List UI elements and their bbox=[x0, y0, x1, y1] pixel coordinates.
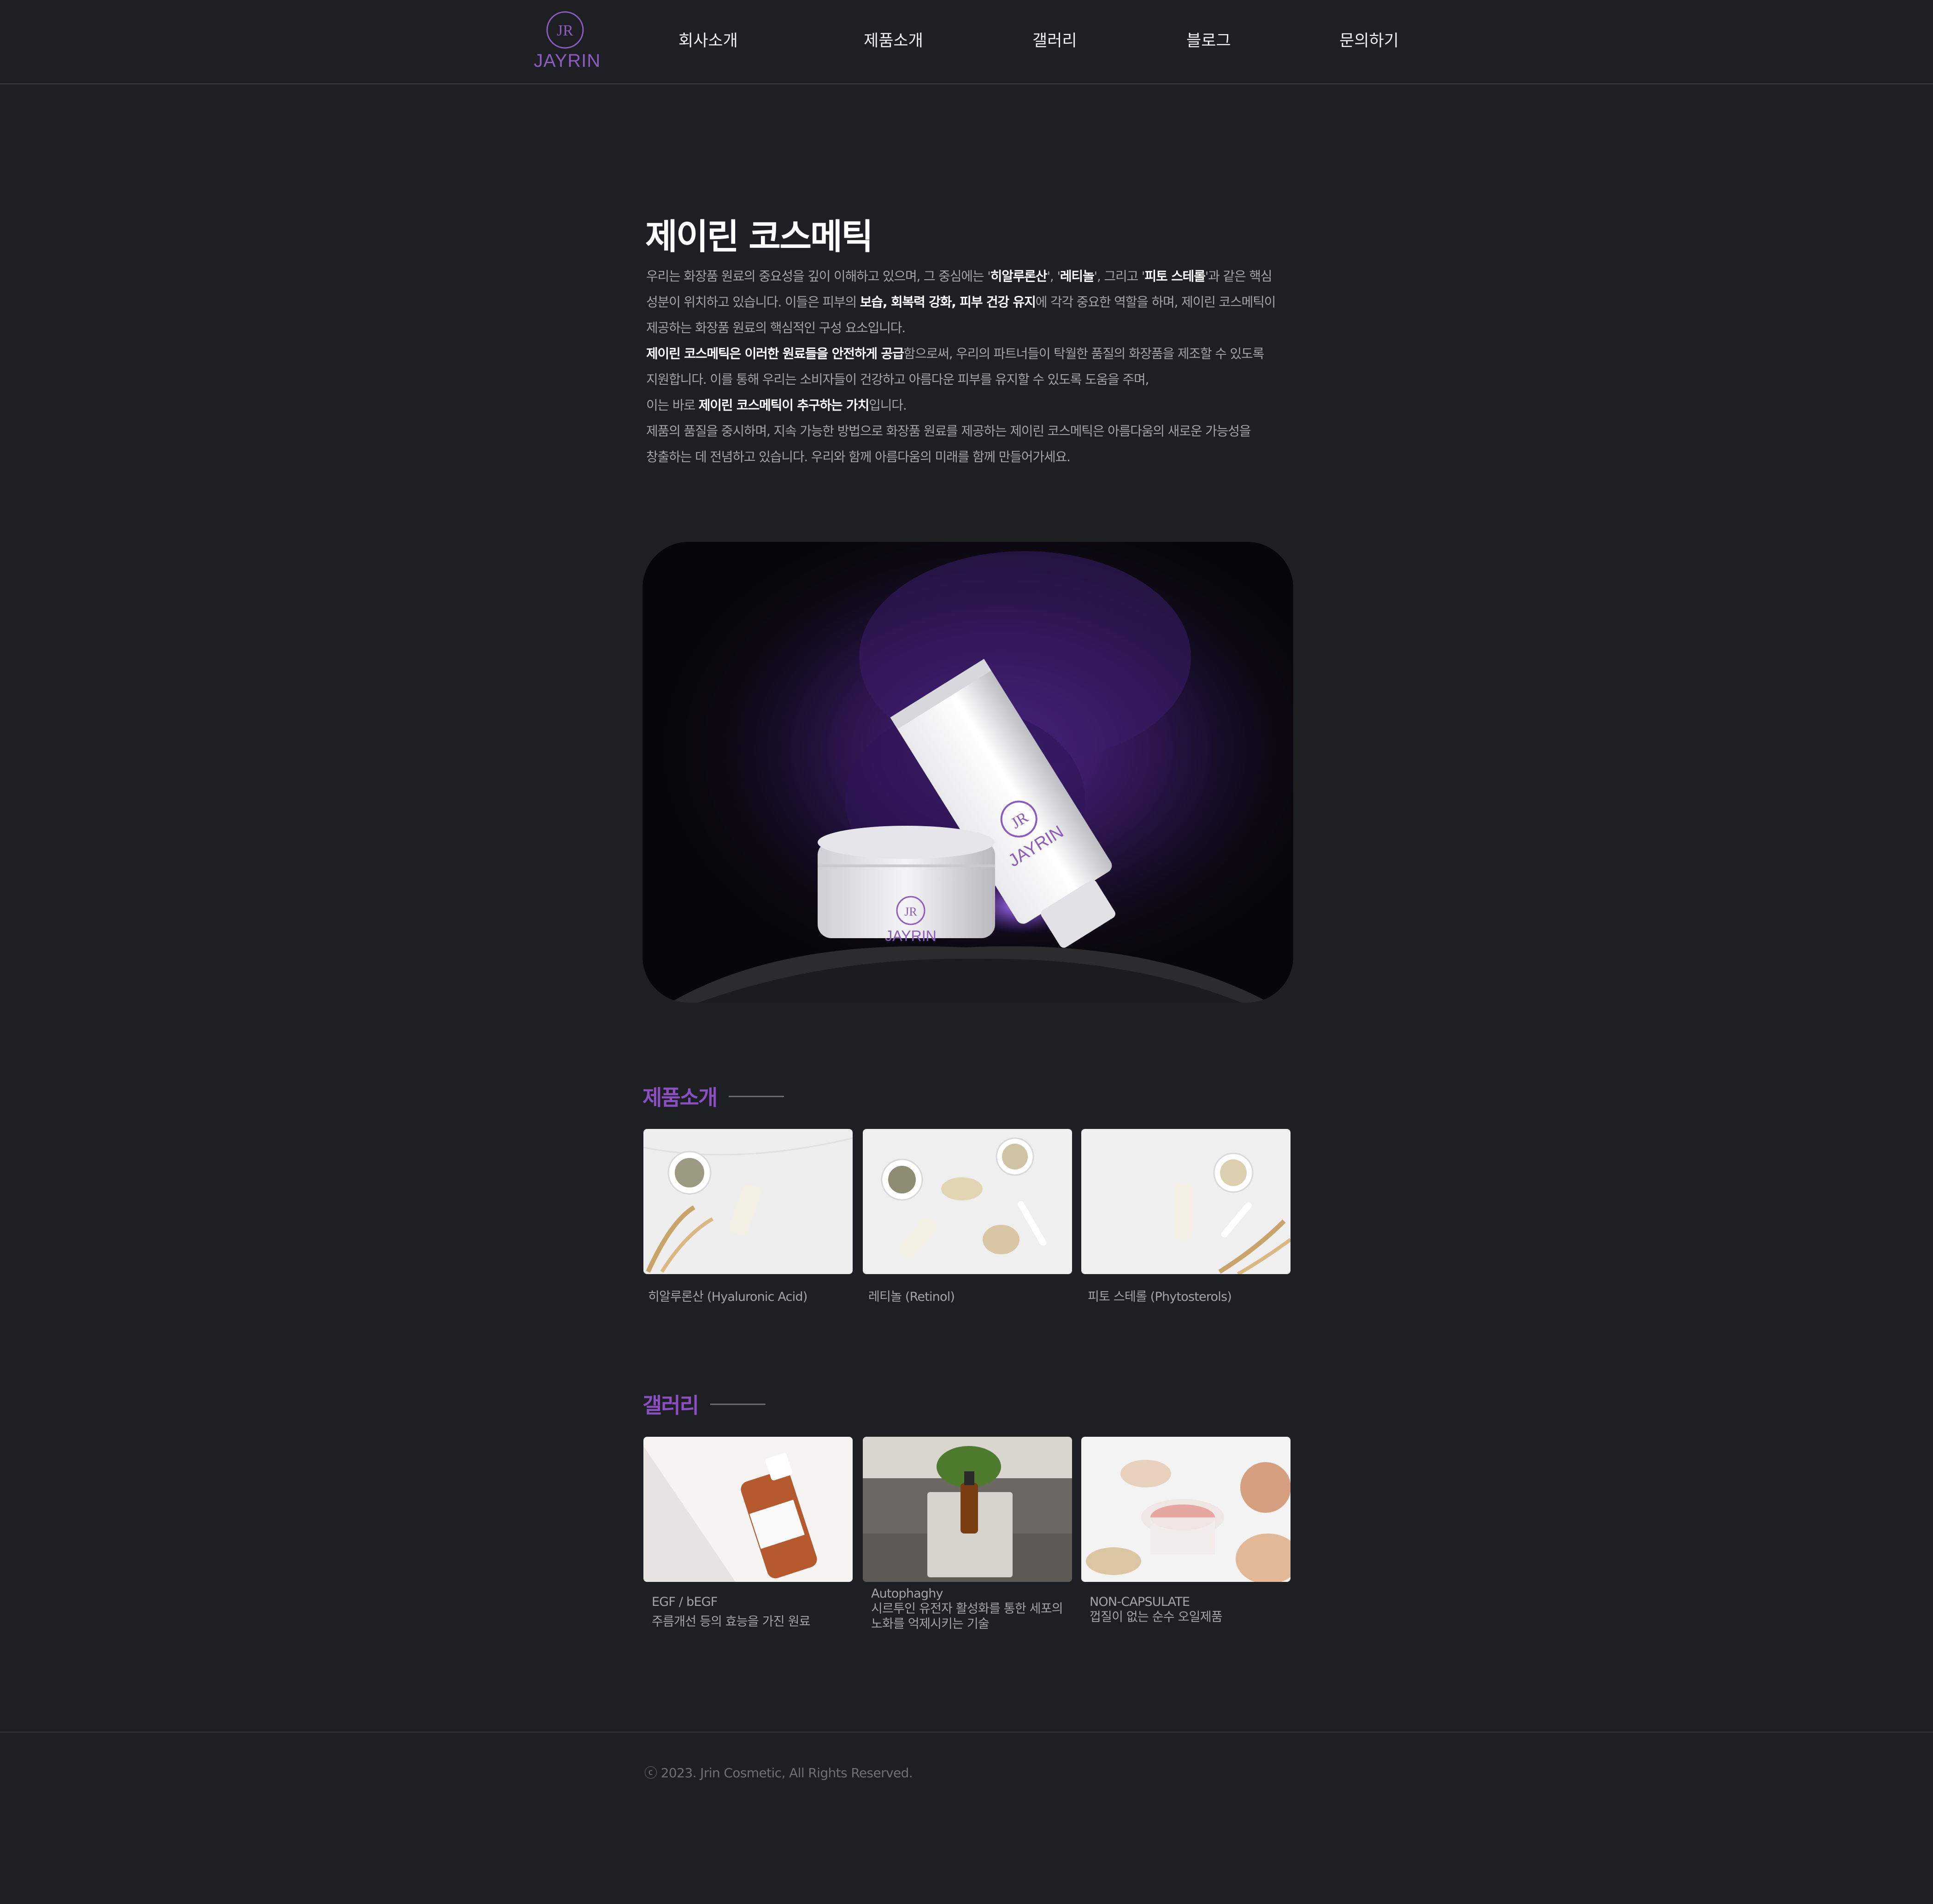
product-card-retinol[interactable] bbox=[863, 1129, 1072, 1274]
products-title-text: 제품소개 bbox=[642, 1085, 718, 1110]
gallery-caption-line: 시르투인 유전자 활성화를 통한 세포의 bbox=[871, 1602, 1063, 1616]
intro-line: 창출하는 데 전념하고 있습니다. 우리와 함께 아름다움의 미래를 함께 만들… bbox=[646, 444, 1291, 470]
gallery-image bbox=[643, 1437, 853, 1582]
gallery-section-title: 갤러리 bbox=[642, 1389, 766, 1419]
gallery-caption-line: 껍질이 없는 순수 오일제품 bbox=[1090, 1610, 1223, 1624]
product-image bbox=[643, 1129, 853, 1274]
nav-products[interactable]: 제품소개 bbox=[864, 28, 923, 51]
title-rule bbox=[729, 1095, 784, 1097]
intro-line: 제공하는 화장품 원료의 핵심적인 구성 요소입니다. bbox=[646, 315, 1291, 341]
intro-text: 이는 바로 bbox=[646, 398, 699, 413]
intro-line: 지원합니다. 이를 통해 우리는 소비자들이 건강하고 아름다운 피부를 유지할… bbox=[646, 367, 1291, 393]
nav-contact[interactable]: 문의하기 bbox=[1339, 28, 1399, 51]
jr-monogram-icon: JR bbox=[546, 11, 584, 49]
product-caption: 히알루론산 (Hyaluronic Acid) bbox=[648, 1290, 807, 1304]
gallery-caption-line: 주름개선 등의 효능을 가진 원료 bbox=[652, 1615, 810, 1629]
nav-company[interactable]: 회사소개 bbox=[678, 28, 738, 51]
intro-text: 에 각각 중요한 역할을 하며, 제이린 코스메틱이 bbox=[1035, 294, 1276, 310]
logo-initials: JR bbox=[557, 22, 573, 39]
footer-divider bbox=[0, 1732, 1933, 1733]
gallery-card-egf[interactable] bbox=[643, 1437, 853, 1582]
gallery-card-autophagy[interactable] bbox=[863, 1437, 1072, 1582]
intro-text: 제공하는 화장품 원료의 핵심적인 구성 요소입니다. bbox=[646, 320, 906, 335]
intro-text: 창출하는 데 전념하고 있습니다. 우리와 함께 아름다움의 미래를 함께 만들… bbox=[646, 449, 1071, 464]
logo-text: JAYRIN bbox=[534, 51, 601, 71]
products-section-title: 제품소개 bbox=[642, 1081, 784, 1111]
jayrin-logo[interactable]: JR JAYRIN bbox=[534, 10, 601, 75]
site-header: JR JAYRIN 회사소개 제품소개 갤러리 블로그 문의하기 bbox=[0, 0, 1933, 84]
intro-text: 성분이 위치하고 있습니다. 이들은 피부의 bbox=[646, 294, 860, 310]
svg-text:JR: JR bbox=[904, 905, 917, 918]
intro-text: 우리는 화장품 원료의 중요성을 깊이 이해하고 있으며, 그 중심에는 ' bbox=[646, 269, 991, 284]
intro-line: 우리는 화장품 원료의 중요성을 깊이 이해하고 있으며, 그 중심에는 '히알… bbox=[646, 264, 1291, 289]
intro-emphasis: 제이린 코스메틱이 추구하는 가치 bbox=[698, 398, 870, 413]
footer-copyright: ⓒ 2023. Jrin Cosmetic, All Rights Reserv… bbox=[644, 1765, 913, 1781]
gallery-caption-title: NON-CAPSULATE bbox=[1090, 1595, 1190, 1609]
intro-text: 입니다. bbox=[869, 398, 907, 413]
intro-emphasis: 피토 스테롤 bbox=[1144, 269, 1206, 284]
intro-emphasis: 레티놀 bbox=[1060, 269, 1095, 284]
product-card-hyaluronic[interactable] bbox=[643, 1129, 853, 1274]
intro-text: 지원합니다. 이를 통해 우리는 소비자들이 건강하고 아름다운 피부를 유지할… bbox=[646, 372, 1149, 387]
product-image bbox=[1081, 1129, 1291, 1274]
intro-text: '과 같은 핵심 bbox=[1205, 269, 1273, 284]
gallery-card-noncapsulate[interactable] bbox=[1081, 1437, 1291, 1582]
hero-product-image: JR JAYRIN JR JAYRIN bbox=[642, 542, 1293, 1003]
intro-title: 제이린 코스메틱 bbox=[645, 216, 873, 257]
gallery-image bbox=[1081, 1437, 1291, 1582]
product-image bbox=[863, 1129, 1072, 1274]
product-caption: 피토 스테롤 (Phytosterols) bbox=[1088, 1290, 1232, 1304]
intro-paragraph: 우리는 화장품 원료의 중요성을 깊이 이해하고 있으며, 그 중심에는 '히알… bbox=[646, 264, 1291, 470]
nav-gallery[interactable]: 갤러리 bbox=[1032, 28, 1077, 51]
intro-emphasis: 제이린 코스메틱은 이러한 원료들을 안전하게 공급 bbox=[646, 346, 904, 361]
intro-emphasis: 보습, 회복력 강화, 피부 건강 유지 bbox=[860, 294, 1036, 310]
intro-text: 제품의 품질을 중시하며, 지속 가능한 방법으로 화장품 원료를 제공하는 제… bbox=[646, 423, 1251, 439]
gallery-image bbox=[863, 1437, 1072, 1582]
intro-line: 성분이 위치하고 있습니다. 이들은 피부의 보습, 회복력 강화, 피부 건강… bbox=[646, 289, 1291, 315]
product-caption: 레티놀 (Retinol) bbox=[868, 1290, 955, 1304]
intro-line: 이는 바로 제이린 코스메틱이 추구하는 가치입니다. bbox=[646, 393, 1291, 418]
jar-brand: JAYRIN bbox=[885, 928, 936, 944]
gallery-caption-egf: EGF / bEGF 주름개선 등의 효능을 가진 원료 bbox=[652, 1594, 810, 1629]
gallery-caption-noncapsulate: NON-CAPSULATE 껍질이 없는 순수 오일제품 bbox=[1090, 1594, 1223, 1625]
intro-line: 제품의 품질을 중시하며, 지속 가능한 방법으로 화장품 원료를 제공하는 제… bbox=[646, 418, 1291, 444]
gallery-caption-line: 노화를 억제시키는 기술 bbox=[871, 1617, 990, 1631]
gallery-caption-autophagy: Autophaghy 시르투인 유전자 활성화를 통한 세포의 노화를 억제시키… bbox=[871, 1586, 1063, 1632]
title-rule bbox=[710, 1403, 766, 1405]
intro-text: ', 그리고 ' bbox=[1094, 269, 1145, 284]
intro-line: 제이린 코스메틱은 이러한 원료들을 안전하게 공급함으로써, 우리의 파트너들… bbox=[646, 341, 1291, 367]
gallery-caption-title: Autophaghy bbox=[871, 1587, 943, 1601]
intro-emphasis: 히알루론산 bbox=[990, 269, 1048, 284]
gallery-title-text: 갤러리 bbox=[642, 1393, 699, 1418]
intro-text: ', ' bbox=[1047, 269, 1061, 284]
gallery-caption-title: EGF / bEGF bbox=[652, 1595, 718, 1609]
product-card-phytosterols[interactable] bbox=[1081, 1129, 1291, 1274]
nav-blog[interactable]: 블로그 bbox=[1186, 28, 1231, 51]
intro-text: 함으로써, 우리의 파트너들이 탁월한 품질의 화장품을 제조할 수 있도록 bbox=[903, 346, 1265, 361]
